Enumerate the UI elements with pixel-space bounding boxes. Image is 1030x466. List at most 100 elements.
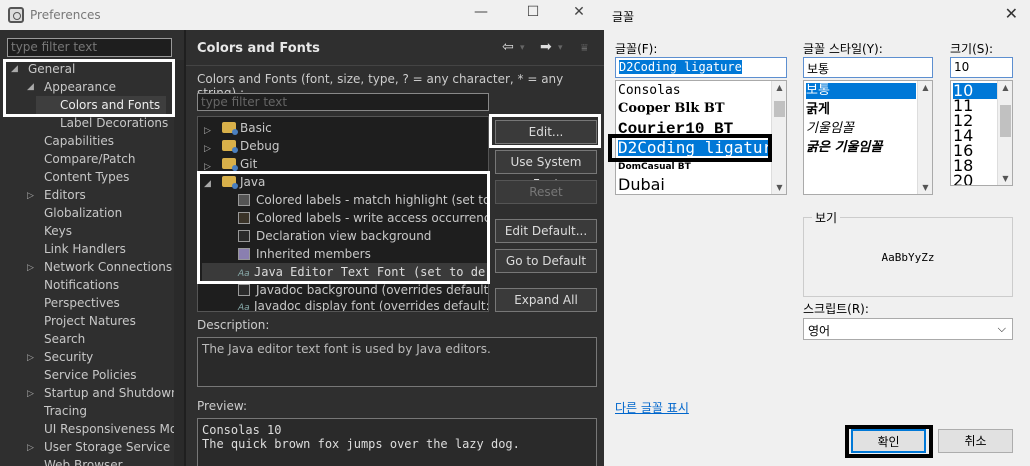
tree-item-keys[interactable]: Keys [44,222,72,240]
collapsed-arrow-icon[interactable]: ▷ [27,389,34,399]
font-option-consolas[interactable]: Consolas [618,83,681,99]
back-arrow-icon[interactable]: ⇦ [502,39,514,55]
font-option-courier10[interactable]: Courier10 BT [618,121,733,137]
tree-item-capabilities[interactable]: Capabilities [44,132,114,150]
forward-arrow-icon[interactable]: ➡ [540,39,552,55]
tree-item-notifications[interactable]: Notifications [44,276,119,294]
tree-item-service-policies[interactable]: Service Policies [44,366,137,384]
tree-item-debug[interactable]: Debug [222,137,279,155]
chevron-down-icon[interactable]: ▾ [558,43,563,53]
style-option-regular[interactable]: 보통 [806,83,916,99]
eclipse-app-icon [8,7,24,23]
scroll-thumb[interactable] [1000,105,1011,137]
tree-item-tracing[interactable]: Tracing [44,402,87,420]
tree-item-match-highlight[interactable]: Colored labels - match highlight (set to… [238,191,488,209]
cancel-button[interactable]: 취소 [938,429,1013,453]
tree-item-javadoc-font[interactable]: Aa Javadoc display font (overrides defaul… [238,297,488,311]
tree-item-write-access[interactable]: Colored labels - write access occurrence… [238,209,488,227]
font-option-dubai[interactable]: Dubai [618,177,665,193]
scroll-down-icon[interactable]: ▼ [918,183,932,192]
tree-item-editors[interactable]: Editors [44,186,86,204]
expanded-arrow-icon[interactable]: ◢ [27,82,34,92]
tree-item-link-handlers[interactable]: Link Handlers [44,240,126,258]
chevron-down-icon[interactable]: ▾ [520,43,525,53]
font-label: 글꼴(F): [615,42,658,56]
tree-item-general[interactable]: General [28,60,75,78]
close-icon[interactable]: ✕ [569,4,589,20]
script-select[interactable]: 영어 ⌵ [803,318,1013,340]
tree-item-git[interactable]: Git [222,155,257,173]
tree-item-startup-shutdown[interactable]: Startup and Shutdown [44,384,179,402]
scroll-thumb[interactable] [774,101,785,117]
tree-item-appearance[interactable]: Appearance [44,78,116,96]
size-input[interactable]: 10 [950,57,1013,78]
sash-divider[interactable] [184,30,186,466]
folder-icon [222,122,238,135]
collapsed-arrow-icon[interactable]: ▷ [204,144,211,154]
collapsed-arrow-icon[interactable]: ▷ [27,353,34,363]
style-option-italic[interactable]: 기울임꼴 [806,121,854,137]
go-to-default-button[interactable]: Go to Default [495,249,597,273]
tree-item-network-connections[interactable]: Network Connections [44,258,172,276]
tree-item-search[interactable]: Search [44,330,85,348]
size-list[interactable]: 10 11 12 14 16 18 20 ▲ ▼ [950,80,1013,186]
edit-default-button[interactable]: Edit Default... [495,219,597,243]
style-input[interactable]: 보통 [803,57,933,78]
font-option-d2coding[interactable]: D2Coding ligature [618,140,782,156]
expand-all-button[interactable]: Expand All [495,288,597,312]
font-filter-input[interactable]: type filter text [197,93,489,111]
menu-dropdown-icon[interactable]: ⩸ [581,41,588,55]
tree-item-user-storage[interactable]: User Storage Service [44,438,170,456]
more-fonts-link[interactable]: 다른 글꼴 표시 [615,399,689,416]
font-option-cooper[interactable]: Cooper Blk BT [618,101,725,117]
collapsed-arrow-icon[interactable]: ▷ [27,443,34,453]
tree-item-project-natures[interactable]: Project Natures [44,312,136,330]
collapsed-arrow-icon[interactable]: ▷ [204,126,211,136]
tree-item-basic[interactable]: Basic [222,119,272,137]
edit-button[interactable]: Edit... [495,120,597,144]
tree-item-perspectives[interactable]: Perspectives [44,294,120,312]
font-option-domcasual[interactable]: DomCasual BT [618,159,691,175]
tree-item-java-editor-font[interactable]: Aa Java Editor Text Font (set to de [202,263,488,281]
font-input[interactable]: D2Coding ligature [615,57,787,78]
scroll-up-icon[interactable]: ▲ [998,83,1012,92]
close-icon[interactable]: ✕ [1005,4,1018,23]
size-option[interactable]: 20 [953,173,973,186]
tree-item-inherited-members[interactable]: Inherited members [238,245,371,263]
style-list[interactable]: 보통 굵게 기울임꼴 굵은 기울임꼴 ▲ ▼ [803,80,933,195]
tree-item-content-types[interactable]: Content Types [44,168,129,186]
ok-button[interactable]: 확인 [851,429,926,453]
style-option-bold[interactable]: 굵게 [806,102,830,118]
tree-item-colors-and-fonts[interactable]: Colors and Fonts [60,96,160,114]
minimize-icon[interactable]: — [471,4,491,20]
scroll-down-icon[interactable]: ▼ [998,174,1012,183]
tree-item-web-browser[interactable]: Web Browser [44,456,123,466]
tree-filter-input[interactable]: type filter text [7,38,172,57]
tree-item-security[interactable]: Security [44,348,93,366]
collapsed-arrow-icon[interactable]: ▷ [27,263,34,273]
expanded-arrow-icon[interactable]: ◢ [204,179,211,189]
tree-item-globalization[interactable]: Globalization [44,204,122,222]
maximize-icon[interactable]: ☐ [523,4,543,20]
sample-label: 보기 [812,209,841,226]
scroll-up-icon[interactable]: ▲ [772,83,786,92]
size-label: 크기(S): [950,42,994,56]
font-list-scrollbar[interactable]: ▲ ▼ [771,81,786,194]
collapsed-arrow-icon[interactable]: ▷ [27,191,34,201]
tree-scrollbar[interactable] [174,60,184,466]
scroll-down-icon[interactable]: ▼ [772,183,786,192]
tree-item-ui-responsiveness[interactable]: UI Responsiveness Mor [44,420,182,438]
style-option-bold-italic[interactable]: 굵은 기울임꼴 [806,140,882,156]
scroll-up-icon[interactable]: ▲ [918,83,932,92]
size-list-scrollbar[interactable]: ▲ ▼ [997,81,1012,185]
tree-item-java[interactable]: Java [222,173,265,191]
reset-button[interactable]: Reset [495,180,597,204]
tree-item-declaration-view[interactable]: Declaration view background [238,227,431,245]
tree-item-compare-patch[interactable]: Compare/Patch [44,150,135,168]
collapsed-arrow-icon[interactable]: ▷ [204,162,211,172]
font-list[interactable]: Consolas Cooper Blk BT Courier10 BT D2Co… [615,80,787,195]
expanded-arrow-icon[interactable]: ◢ [11,64,18,74]
style-list-scrollbar[interactable]: ▲ ▼ [917,81,932,194]
tree-item-label-decorations[interactable]: Label Decorations [60,114,168,132]
use-system-font-button[interactable]: Use System Font [495,150,597,191]
